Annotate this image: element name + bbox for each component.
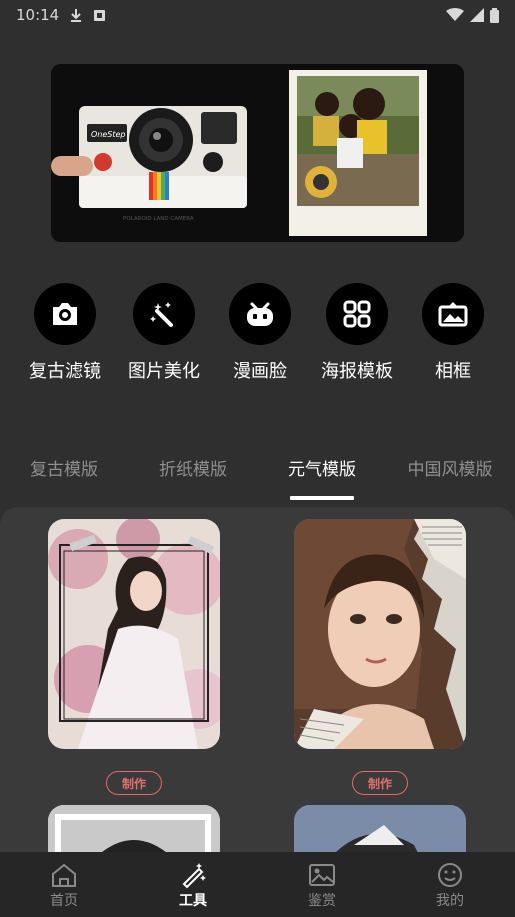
- template-card-newspaper[interactable]: [294, 519, 466, 749]
- tool-label: 相框: [435, 361, 471, 382]
- template-tabs: 复古模版 折纸模版 元气模版 中国风模版: [0, 450, 515, 502]
- tool-photo-beautify[interactable]: 图片美化: [114, 283, 214, 383]
- tab-origami-template[interactable]: 折纸模版: [159, 455, 227, 480]
- camera-icon: [53, 303, 77, 325]
- nav-label: 我的: [436, 893, 464, 909]
- tab-active-indicator: [290, 496, 354, 500]
- bottom-nav: 首页 工具 鉴赏 我的: [0, 852, 515, 917]
- camera-brand-label: OneStep: [91, 130, 126, 139]
- tool-cartoon-face-circle: [229, 283, 291, 345]
- banner-illustration: OneStep POLAROID LAND CAMERA: [51, 64, 464, 242]
- nav-label: 工具: [179, 893, 207, 909]
- template-thumbnail: [48, 805, 220, 857]
- template-panel: 制作 制作: [0, 507, 515, 857]
- template-card-blossom[interactable]: [48, 519, 220, 749]
- nav-label: 鉴赏: [308, 893, 336, 909]
- template-card-peek[interactable]: [294, 805, 466, 857]
- template-card-peek[interactable]: [48, 805, 220, 857]
- template-thumbnail: [294, 805, 466, 857]
- make-button[interactable]: 制作: [352, 771, 408, 795]
- template-thumbnail: [48, 519, 220, 749]
- image-icon: [309, 864, 335, 886]
- nav-item-home[interactable]: 首页: [24, 860, 104, 910]
- tool-poster-template-circle: [326, 283, 388, 345]
- notification-icon: [94, 9, 106, 21]
- grid-icon: [343, 300, 371, 328]
- tool-photo-frame[interactable]: 相框: [403, 283, 503, 383]
- tab-retro-template[interactable]: 复古模版: [30, 455, 98, 480]
- robot-face-icon: [247, 302, 273, 326]
- tab-vitality-template[interactable]: 元气模版: [288, 455, 356, 480]
- smiley-icon: [438, 863, 462, 887]
- tool-label: 图片美化: [128, 361, 200, 382]
- tool-photo-beautify-circle: [133, 283, 195, 345]
- nav-item-gallery[interactable]: 鉴赏: [282, 860, 362, 910]
- wifi-icon: [446, 8, 464, 21]
- magic-wand-icon: [150, 302, 173, 327]
- home-icon: [52, 863, 76, 887]
- nav-label: 首页: [50, 893, 78, 909]
- make-button[interactable]: 制作: [106, 771, 162, 795]
- magic-pen-icon: [182, 863, 206, 889]
- promo-banner[interactable]: OneStep POLAROID LAND CAMERA: [51, 64, 464, 242]
- tool-row: 复古滤镜 图片美化 漫画脸 海报模板 相框: [0, 283, 515, 383]
- camera-caption: POLAROID LAND CAMERA: [123, 216, 194, 222]
- download-icon: [71, 9, 82, 22]
- picture-frame-icon: [438, 302, 468, 327]
- tool-cartoon-face[interactable]: 漫画脸: [210, 283, 310, 383]
- tool-poster-template[interactable]: 海报模板: [307, 283, 407, 383]
- tab-chinese-style-template[interactable]: 中国风模版: [408, 455, 493, 480]
- tool-label: 海报模板: [321, 361, 393, 382]
- nav-item-mine[interactable]: 我的: [410, 860, 490, 910]
- tool-retro-filter-circle: [34, 283, 96, 345]
- status-time: 10:14: [16, 6, 60, 24]
- tool-retro-filter[interactable]: 复古滤镜: [15, 283, 115, 383]
- tool-label: 漫画脸: [233, 361, 287, 382]
- signal-icon: [470, 8, 484, 22]
- tool-photo-frame-circle: [422, 283, 484, 345]
- template-thumbnail: [294, 519, 466, 749]
- status-bar: 10:14: [0, 0, 515, 30]
- nav-item-tools[interactable]: 工具: [153, 860, 233, 910]
- battery-icon: [490, 7, 499, 23]
- tool-label: 复古滤镜: [29, 361, 101, 382]
